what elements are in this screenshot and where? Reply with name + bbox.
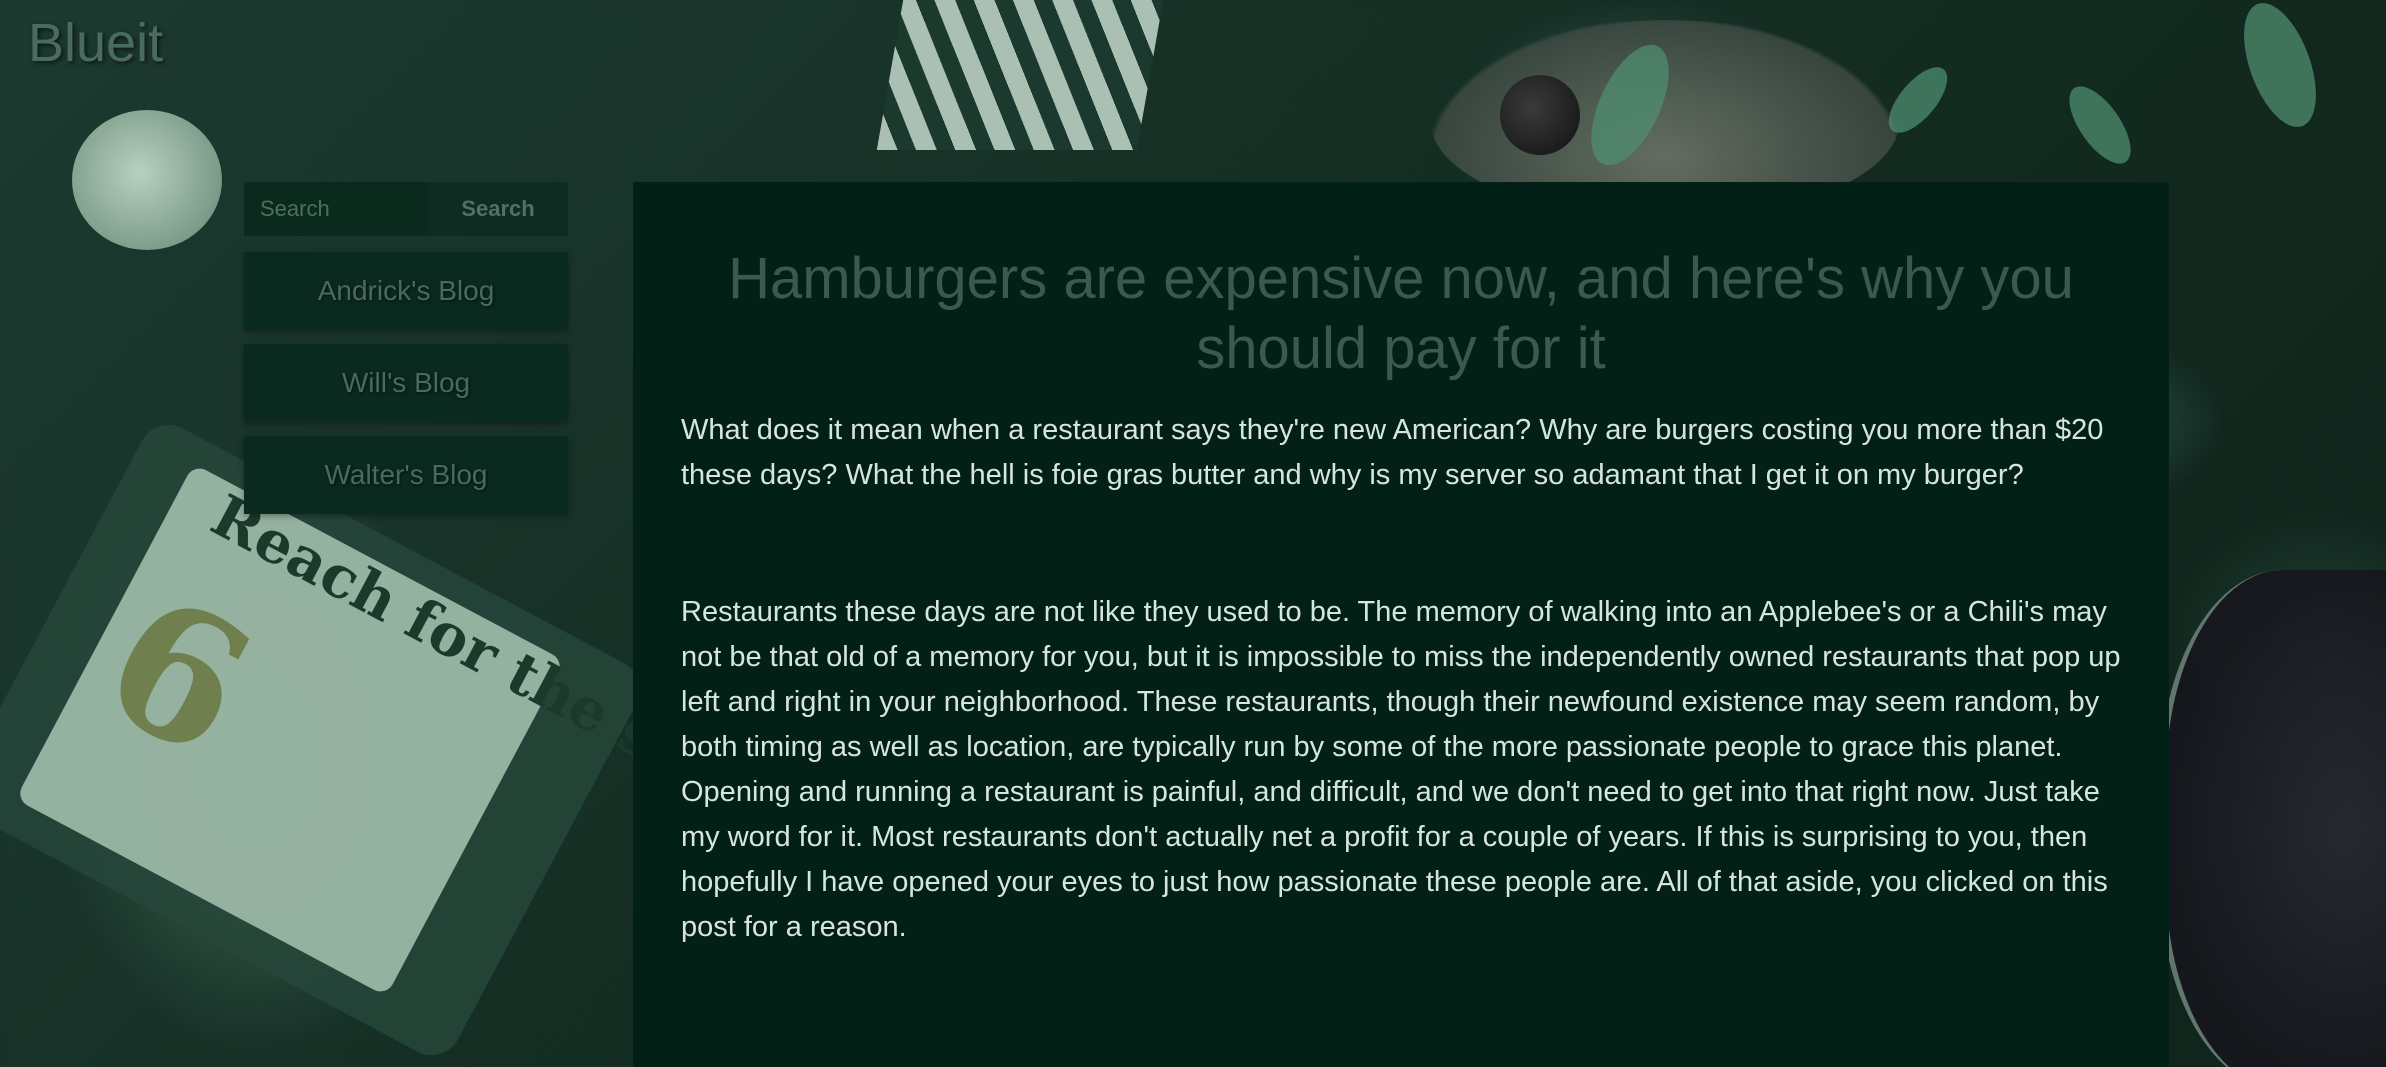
eucalyptus-leaf-image	[2057, 76, 2143, 174]
search-form: Search	[244, 182, 568, 236]
eucalyptus-leaf-image	[2229, 0, 2331, 137]
berry-bowl-image	[2160, 570, 2386, 1067]
bottle-opener-image	[876, 0, 1164, 150]
post-paragraph: What does it mean when a restaurant says…	[681, 414, 2104, 491]
bottle-label-number: 6	[72, 552, 283, 799]
sidebar-item-walters-blog[interactable]: Walter's Blog	[244, 436, 568, 514]
blackberry-image	[1500, 75, 1580, 155]
search-input[interactable]	[244, 182, 428, 236]
post-title: Hamburgers are expensive now, and here's…	[728, 246, 2074, 381]
sidebar-item-andricks-blog[interactable]: Andrick's Blog	[244, 252, 568, 330]
bottle-cap-image	[72, 110, 222, 250]
eucalyptus-leaf-image	[1878, 57, 1958, 143]
post-container: Hamburgers are expensive now, and here's…	[633, 182, 2169, 1067]
mint-leaf-image	[1575, 33, 1685, 177]
post-paragraph: Restaurants these days are not like they…	[681, 596, 2121, 943]
search-button[interactable]: Search	[428, 182, 568, 236]
sidebar-item-wills-blog[interactable]: Will's Blog	[244, 344, 568, 422]
sidebar: Search Andrick's Blog Will's Blog Walter…	[244, 182, 568, 528]
site-logo[interactable]: Blueit	[28, 12, 163, 74]
